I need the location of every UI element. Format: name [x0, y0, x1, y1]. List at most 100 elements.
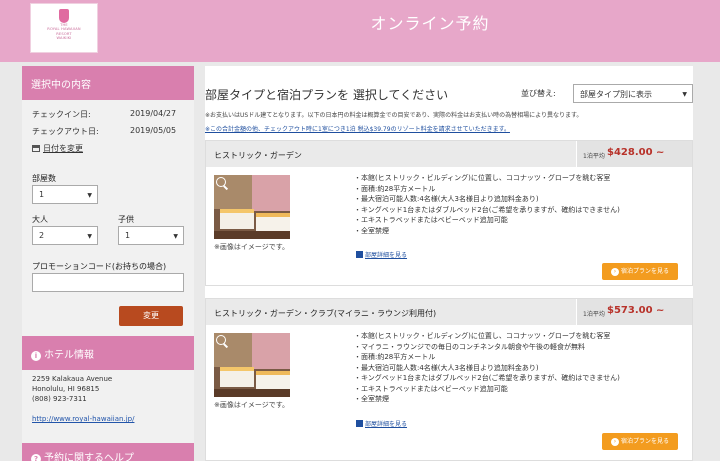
- room-detail-link[interactable]: 部屋詳細を見る: [356, 419, 407, 428]
- help-icon: ?: [31, 454, 41, 461]
- change-button[interactable]: 変更: [119, 306, 183, 326]
- feature-item: ・エキストラベッドまたはベビーベッド追加可能: [354, 216, 508, 224]
- address-line-2: Honolulu, HI 96815: [32, 385, 100, 393]
- rooms-value: 1: [39, 190, 45, 199]
- chevron-down-icon: ▼: [173, 233, 178, 240]
- image-note: ※画像はイメージです。: [214, 401, 290, 409]
- chevron-down-icon: ▼: [87, 192, 92, 199]
- price-box: 1泊平均 $428.00 ~: [576, 141, 692, 167]
- hotel-address: 2259 Kalakaua Avenue Honolulu, HI 96815 …: [32, 374, 112, 404]
- sort-value: 部屋タイプ別に表示: [580, 90, 652, 99]
- view-plans-label: 宿泊プランを見る: [620, 438, 669, 445]
- price-label: 1泊平均: [583, 153, 605, 160]
- hotel-info-header: i ホテル情報: [22, 336, 194, 370]
- currency-note: ※お支払いはUSドル建てとなります。以下の日本円の料金は概算金での目安であり、実…: [205, 112, 583, 119]
- room-card-header: ヒストリック・ガーデン・クラブ(マイラニ・ラウンジ利用付) 1泊平均 $573.…: [206, 299, 692, 325]
- feature-item: ・面積:約28平方メートル: [354, 184, 436, 193]
- hotel-info-title: ホテル情報: [44, 350, 94, 361]
- room-features: ・本館(ヒストリック・ビルディング)に位置し、ココナッツ・グローブを眺む客室 ・…: [354, 173, 620, 236]
- feature-item: ・本館(ヒストリック・ビルディング)に位置し、ココナッツ・グローブを眺む客室: [354, 174, 611, 182]
- adults-label: 大人: [32, 215, 48, 224]
- checkin-label: チェックイン日:: [32, 110, 91, 119]
- sidebar: 選択中の内容 チェックイン日: 2019/04/27 チェックアウト日: 201…: [22, 66, 194, 461]
- chevron-right-icon: ›: [610, 438, 619, 446]
- price-box: 1泊平均 $573.00 ~: [576, 299, 692, 325]
- chevron-down-icon: ▼: [87, 233, 92, 240]
- chevron-down-icon: ▼: [682, 91, 687, 98]
- view-plans-button[interactable]: › 宿泊プランを見る: [602, 433, 678, 450]
- room-detail-label: 部屋詳細を見る: [365, 421, 408, 428]
- feature-item: ・マイラニ・ラウンジでの毎日のコンチネンタル朝食や午後の軽食が無料: [354, 342, 585, 351]
- change-date-link[interactable]: 日付を変更: [22, 143, 194, 157]
- photo-bed: [220, 209, 254, 229]
- feature-item: ・面積:約28平方メートル: [354, 353, 436, 361]
- zoom-icon[interactable]: [216, 177, 226, 187]
- hotel-website-link[interactable]: http://www.royal-hawaiian.jp/: [32, 415, 134, 423]
- room-price: $573.00 ~: [607, 305, 665, 316]
- room-photo[interactable]: [214, 175, 290, 239]
- room-detail-link[interactable]: 部屋詳細を見る: [356, 250, 407, 259]
- main-title: 部屋タイプと宿泊プランを 選択してください: [205, 88, 449, 102]
- promo-label: プロモーションコード(お持ちの場合): [32, 262, 167, 271]
- feature-item: ・キングベッド1台またはダブルベッド2台(ご希望を承りますが、確約はできません): [354, 374, 620, 382]
- feature-item: ・全室禁煙: [354, 395, 389, 403]
- address-line-1: 2259 Kalakaua Avenue: [32, 375, 113, 383]
- feature-item: ・全室禁煙: [354, 226, 389, 235]
- info-icon: i: [31, 351, 41, 361]
- help-header[interactable]: ? 予約に関するヘルプ: [22, 443, 194, 461]
- chevron-right-icon: ›: [610, 268, 619, 276]
- selection-title: 選択中の内容: [31, 80, 91, 91]
- adults-select[interactable]: 2 ▼: [32, 226, 98, 245]
- logo-text-4: WAIKIKI: [56, 36, 72, 41]
- view-plans-label: 宿泊プランを見る: [620, 268, 669, 275]
- room-card: ヒストリック・ガーデン・クラブ(マイラニ・ラウンジ利用付) 1泊平均 $573.…: [205, 298, 693, 461]
- room-card: ヒストリック・ガーデン 1泊平均 $428.00 ~ ※画像はイメージです。 ・…: [205, 140, 693, 286]
- sort-label: 並び替え:: [521, 89, 556, 98]
- change-date-label: 日付を変更: [43, 144, 83, 153]
- zoom-icon[interactable]: [216, 335, 226, 345]
- checkin-value: 2019/04/27: [130, 109, 177, 118]
- resort-fee-note[interactable]: ※この合計金額の他、チェックアウト時に1室につき1泊 税込$39.79のリゾート…: [205, 124, 510, 133]
- children-select[interactable]: 1 ▼: [118, 226, 184, 245]
- help-title: 予約に関するヘルプ: [44, 453, 134, 461]
- checkout-row: チェックアウト日: 2019/05/05: [22, 126, 194, 143]
- selection-header: 選択中の内容: [22, 66, 194, 100]
- photo-wallpaper: [252, 333, 290, 369]
- feature-item: ・キングベッド1台またはダブルベッド2台(ご希望を承りますが、確約はできません): [354, 205, 620, 214]
- room-photo[interactable]: [214, 333, 290, 397]
- photo-floor: [214, 231, 290, 239]
- main-content: 部屋タイプと宿泊プランを 選択してください 並び替え: 部屋タイプ別に表示 ▼ …: [205, 66, 693, 461]
- page-title: オンライン予約: [370, 14, 490, 33]
- rooms-label: 部屋数: [32, 174, 56, 183]
- checkin-row: チェックイン日: 2019/04/27: [22, 109, 194, 126]
- external-link-icon: [356, 420, 363, 427]
- promo-code-input[interactable]: [32, 273, 184, 292]
- children-value: 1: [125, 231, 131, 240]
- feature-item: ・本館(ヒストリック・ビルディング)に位置し、ココナッツ・グローブを眺む客室: [354, 332, 611, 340]
- room-name: ヒストリック・ガーデン・クラブ(マイラニ・ラウンジ利用付): [214, 309, 437, 318]
- image-note: ※画像はイメージです。: [214, 243, 290, 251]
- room-detail-label: 部屋詳細を見る: [365, 252, 408, 259]
- feature-item: ・最大宿泊可能人数:4名様(大人3名様目より追加料金あり): [354, 363, 539, 372]
- change-button-label: 変更: [143, 311, 159, 320]
- photo-bed: [220, 367, 254, 387]
- room-price: $428.00 ~: [607, 147, 665, 158]
- sort-select[interactable]: 部屋タイプ別に表示 ▼: [573, 84, 693, 103]
- photo-wallpaper: [252, 175, 290, 211]
- external-link-icon: [356, 251, 363, 258]
- room-card-header: ヒストリック・ガーデン 1泊平均 $428.00 ~: [206, 141, 692, 167]
- hotel-phone: (808) 923-7311: [32, 395, 87, 403]
- checkout-label: チェックアウト日:: [32, 127, 99, 136]
- checkout-value: 2019/05/05: [130, 126, 177, 135]
- adults-value: 2: [39, 231, 45, 240]
- feature-item: ・最大宿泊可能人数:4名様(大人3名様目より追加料金あり): [354, 195, 539, 203]
- feature-item: ・エキストラベッドまたはベビーベッド追加可能: [354, 384, 508, 393]
- children-label: 子供: [118, 215, 134, 224]
- rooms-select[interactable]: 1 ▼: [32, 185, 98, 204]
- calendar-icon: [32, 145, 40, 152]
- price-label: 1泊平均: [583, 311, 605, 318]
- room-features: ・本館(ヒストリック・ビルディング)に位置し、ココナッツ・グローブを眺む客室 ・…: [354, 331, 620, 405]
- room-name: ヒストリック・ガーデン: [214, 151, 302, 160]
- page-body: 選択中の内容 チェックイン日: 2019/04/27 チェックアウト日: 201…: [0, 62, 720, 461]
- view-plans-button[interactable]: › 宿泊プランを見る: [602, 263, 678, 280]
